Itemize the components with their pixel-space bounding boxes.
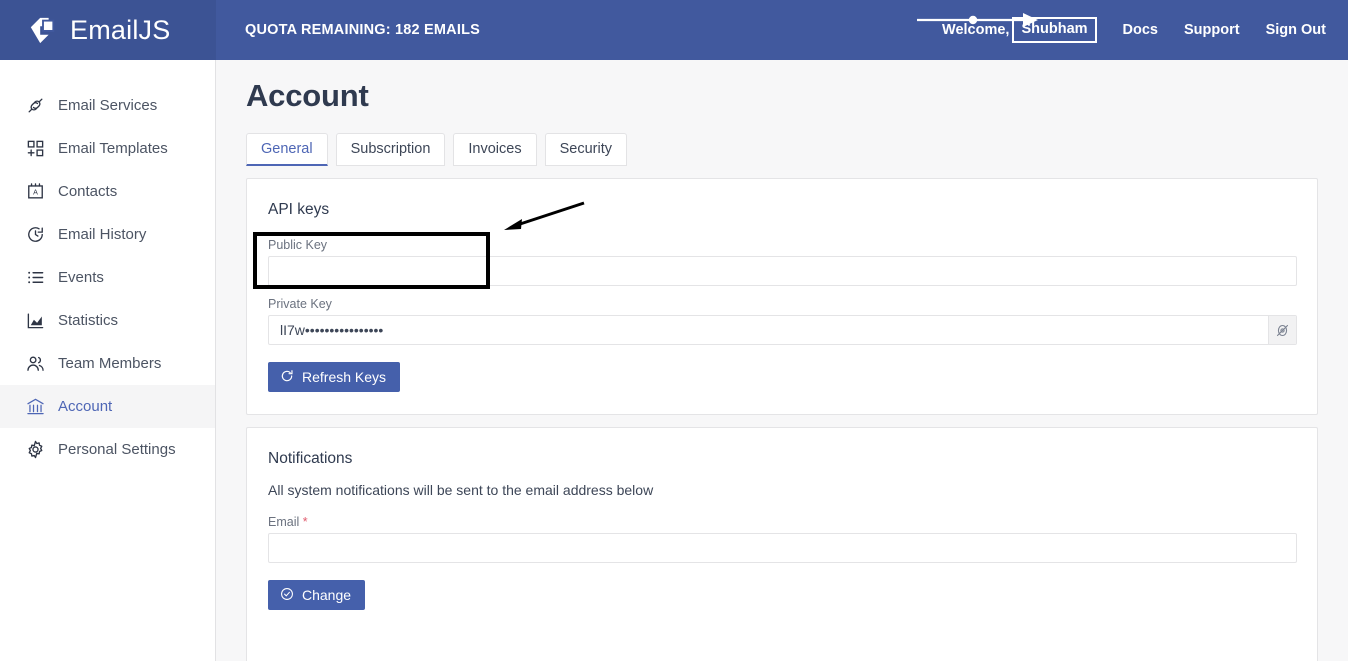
list-icon <box>26 268 45 287</box>
required-marker: * <box>302 515 308 530</box>
sidebar-item-account[interactable]: Account <box>0 385 215 428</box>
sidebar-item-label: Email Templates <box>58 140 168 157</box>
refresh-icon <box>280 369 294 386</box>
sidebar-item-email-services[interactable]: Email Services <box>0 84 215 127</box>
emailjs-logo-icon <box>28 15 58 45</box>
sidebar-item-label: Email History <box>58 226 147 243</box>
sidebar-item-personal-settings[interactable]: Personal Settings <box>0 428 215 471</box>
tab-invoices[interactable]: Invoices <box>453 133 537 167</box>
email-field-wrap <box>268 533 1297 564</box>
api-keys-card: API keys Public Key Private Key lI7w••••… <box>246 178 1318 416</box>
refresh-keys-label: Refresh Keys <box>302 369 387 386</box>
users-icon <box>26 354 45 373</box>
notifications-description: All system notifications will be sent to… <box>268 482 654 499</box>
sidebar-item-label: Statistics <box>58 312 119 329</box>
brand-name: EmailJS <box>70 14 171 45</box>
api-keys-heading: API keys <box>268 201 330 219</box>
welcome-text: Welcome, <box>942 22 1010 38</box>
public-key-input[interactable] <box>268 256 1297 287</box>
main-content: Account General Subscription Invoices Se… <box>216 60 1348 661</box>
tab-subscription[interactable]: Subscription <box>335 133 446 167</box>
sidebar-item-team-members[interactable]: Team Members <box>0 342 215 385</box>
sidebar-item-events[interactable]: Events <box>0 256 215 299</box>
email-input[interactable] <box>268 533 1297 564</box>
public-key-field-wrap <box>268 256 1297 287</box>
sidebar: Email Services Email Templates A Contact… <box>0 60 216 661</box>
page-title: Account <box>246 78 369 113</box>
brand-logo-area[interactable]: EmailJS <box>0 0 216 60</box>
nav-link-sign-out[interactable]: Sign Out <box>1266 22 1326 38</box>
notifications-card: Notifications All system notifications w… <box>246 427 1318 661</box>
svg-text:A: A <box>33 189 38 197</box>
tab-general[interactable]: General <box>246 133 328 167</box>
gear-icon <box>26 440 45 459</box>
change-button-label: Change <box>302 587 352 604</box>
plug-icon <box>26 96 45 115</box>
private-key-field-wrap <box>268 315 1297 346</box>
tab-security[interactable]: Security <box>544 133 627 167</box>
quota-remaining-text: QUOTA REMAINING: 182 EMAILS <box>245 22 480 38</box>
top-header: EmailJS QUOTA REMAINING: 182 EMAILS Welc… <box>0 0 1348 60</box>
sidebar-item-label: Personal Settings <box>58 441 176 458</box>
clock-icon <box>26 225 45 244</box>
account-tabs: General Subscription Invoices Security <box>246 133 1348 167</box>
username-label[interactable]: Shubham <box>1012 17 1097 43</box>
sidebar-item-label: Account <box>58 398 113 415</box>
nav-link-docs[interactable]: Docs <box>1123 22 1158 38</box>
private-key-input[interactable] <box>268 315 1297 346</box>
sidebar-item-label: Events <box>58 269 104 286</box>
sidebar-item-statistics[interactable]: Statistics <box>0 299 215 342</box>
app-root: EmailJS QUOTA REMAINING: 182 EMAILS Welc… <box>0 0 1348 661</box>
sidebar-item-label: Team Members <box>58 355 162 372</box>
grid-plus-icon <box>26 139 45 158</box>
change-email-button[interactable]: Change <box>268 580 366 611</box>
public-key-label: Public Key <box>268 238 328 253</box>
refresh-keys-button[interactable]: Refresh Keys <box>268 362 401 393</box>
email-label-text: Email <box>268 515 300 530</box>
private-key-label: Private Key <box>268 297 332 312</box>
eye-slash-icon[interactable] <box>1268 316 1296 345</box>
nav-link-support[interactable]: Support <box>1184 22 1240 38</box>
email-label: Email * <box>268 515 1297 529</box>
sidebar-item-label: Contacts <box>58 183 118 200</box>
bank-icon <box>26 397 45 416</box>
contact-card-icon: A <box>26 182 45 201</box>
sidebar-item-email-history[interactable]: Email History <box>0 213 215 256</box>
sidebar-item-email-templates[interactable]: Email Templates <box>0 127 215 170</box>
header-nav: Welcome, Shubham Docs Support Sign Out <box>942 17 1348 43</box>
sidebar-item-label: Email Services <box>58 97 158 114</box>
bar-chart-icon <box>26 311 45 330</box>
notifications-heading: Notifications <box>268 450 353 468</box>
sidebar-item-contacts[interactable]: A Contacts <box>0 170 215 213</box>
check-circle-icon <box>280 587 294 604</box>
